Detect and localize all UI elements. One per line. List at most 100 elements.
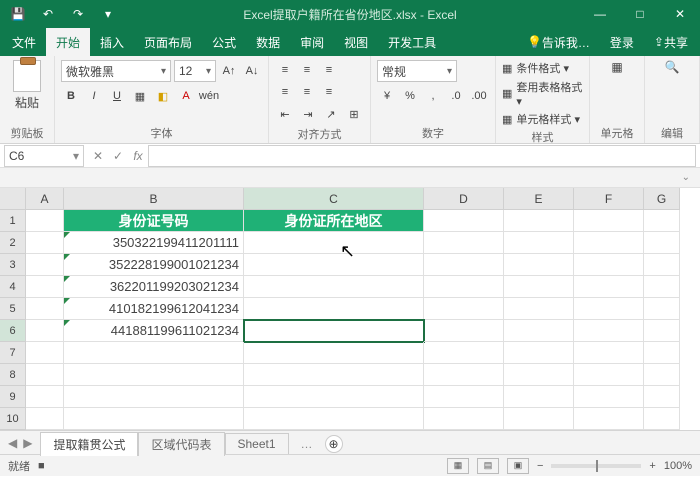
decrease-decimal-button[interactable]: .00: [469, 86, 489, 106]
decrease-font-button[interactable]: A↓: [242, 61, 262, 81]
row-header-3[interactable]: 3: [0, 254, 26, 276]
tab-file[interactable]: 文件: [2, 28, 46, 56]
tab-formula[interactable]: 公式: [202, 28, 246, 56]
conditional-format-button[interactable]: ▦ 条件格式 ▾: [502, 60, 583, 76]
sheet-tab-more[interactable]: …: [289, 434, 325, 454]
cell-f6[interactable]: [574, 320, 644, 342]
underline-button[interactable]: U: [107, 86, 127, 106]
row-header-8[interactable]: 8: [0, 364, 26, 386]
cell-b3[interactable]: 352228199001021234: [64, 254, 244, 276]
border-button[interactable]: ▦: [130, 86, 150, 106]
qat-more-button[interactable]: ▾: [96, 3, 120, 25]
align-right-button[interactable]: ≡: [319, 82, 339, 102]
cell-c3[interactable]: [244, 254, 424, 276]
paste-button[interactable]: 粘贴: [6, 60, 48, 111]
cell-d3[interactable]: [424, 254, 504, 276]
share-button[interactable]: ⇪ 共享: [644, 28, 698, 56]
font-color-button[interactable]: A: [176, 86, 196, 106]
align-center-button[interactable]: ≡: [297, 82, 317, 102]
cell-f3[interactable]: [574, 254, 644, 276]
cell-e4[interactable]: [504, 276, 574, 298]
add-sheet-button[interactable]: ⊕: [325, 435, 343, 453]
bold-button[interactable]: B: [61, 86, 81, 106]
cell-d9[interactable]: [424, 386, 504, 408]
cell-d1[interactable]: [424, 210, 504, 232]
cell-e5[interactable]: [504, 298, 574, 320]
cell-a4[interactable]: [26, 276, 64, 298]
cell-d5[interactable]: [424, 298, 504, 320]
cell-d10[interactable]: [424, 408, 504, 430]
row-header-4[interactable]: 4: [0, 276, 26, 298]
col-header-b[interactable]: B: [64, 188, 244, 210]
tab-developer[interactable]: 开发工具: [378, 28, 446, 56]
fill-color-button[interactable]: ◧: [153, 86, 173, 106]
table-format-button[interactable]: ▦ 套用表格格式 ▾: [502, 79, 583, 108]
row-header-2[interactable]: 2: [0, 232, 26, 254]
cell-a1[interactable]: [26, 210, 64, 232]
col-header-e[interactable]: E: [504, 188, 574, 210]
row-header-1[interactable]: 1: [0, 210, 26, 232]
zoom-level[interactable]: 100%: [664, 460, 692, 472]
cell-f1[interactable]: [574, 210, 644, 232]
cell-c5[interactable]: [244, 298, 424, 320]
cell-g2[interactable]: [644, 232, 680, 254]
cell-a6[interactable]: [26, 320, 64, 342]
cell-e1[interactable]: [504, 210, 574, 232]
comma-button[interactable]: ,: [423, 86, 443, 106]
cancel-formula-button[interactable]: ✕: [88, 146, 108, 166]
view-normal-button[interactable]: ▦: [447, 458, 469, 474]
cell-b7[interactable]: [64, 342, 244, 364]
phonetic-button[interactable]: wén: [199, 86, 219, 106]
tab-view[interactable]: 视图: [334, 28, 378, 56]
number-format-dropdown[interactable]: 常规: [377, 60, 457, 82]
zoom-in-button[interactable]: +: [649, 460, 655, 472]
cell-e9[interactable]: [504, 386, 574, 408]
tab-review[interactable]: 审阅: [290, 28, 334, 56]
row-header-5[interactable]: 5: [0, 298, 26, 320]
zoom-slider[interactable]: [551, 464, 641, 468]
cell-a3[interactable]: [26, 254, 64, 276]
align-bottom-button[interactable]: ≡: [319, 60, 339, 80]
redo-button[interactable]: ↷: [66, 3, 90, 25]
tab-layout[interactable]: 页面布局: [134, 28, 202, 56]
name-box[interactable]: C6: [4, 145, 84, 167]
cell-a8[interactable]: [26, 364, 64, 386]
cell-d2[interactable]: [424, 232, 504, 254]
cell-b10[interactable]: [64, 408, 244, 430]
font-size-dropdown[interactable]: 12: [174, 60, 216, 82]
align-top-button[interactable]: ≡: [275, 60, 295, 80]
cell-b5[interactable]: 410182199612041234: [64, 298, 244, 320]
merge-button[interactable]: ⊞: [344, 104, 364, 124]
align-middle-button[interactable]: ≡: [297, 60, 317, 80]
undo-button[interactable]: ↶: [36, 3, 60, 25]
col-header-g[interactable]: G: [644, 188, 680, 210]
italic-button[interactable]: I: [84, 86, 104, 106]
cell-b9[interactable]: [64, 386, 244, 408]
enter-formula-button[interactable]: ✓: [108, 146, 128, 166]
cell-c1[interactable]: 身份证所在地区: [244, 210, 424, 232]
align-left-button[interactable]: ≡: [275, 82, 295, 102]
sheet-tab-3[interactable]: Sheet1: [225, 433, 289, 454]
row-header-6[interactable]: 6: [0, 320, 26, 342]
zoom-out-button[interactable]: −: [537, 460, 543, 472]
find-button[interactable]: 🔍: [651, 60, 693, 74]
cell-g10[interactable]: [644, 408, 680, 430]
cell-d7[interactable]: [424, 342, 504, 364]
cell-b8[interactable]: [64, 364, 244, 386]
tab-insert[interactable]: 插入: [90, 28, 134, 56]
tab-home[interactable]: 开始: [46, 28, 90, 56]
save-button[interactable]: 💾: [6, 3, 30, 25]
row-header-9[interactable]: 9: [0, 386, 26, 408]
tab-data[interactable]: 数据: [246, 28, 290, 56]
cell-c7[interactable]: [244, 342, 424, 364]
col-header-f[interactable]: F: [574, 188, 644, 210]
cell-c9[interactable]: [244, 386, 424, 408]
close-button[interactable]: ✕: [660, 0, 700, 28]
orientation-button[interactable]: ↗: [321, 104, 341, 124]
tab-nav-next[interactable]: ▶: [23, 436, 32, 450]
minimize-button[interactable]: —: [580, 0, 620, 28]
cell-f8[interactable]: [574, 364, 644, 386]
col-header-c[interactable]: C: [244, 188, 424, 210]
cell-a10[interactable]: [26, 408, 64, 430]
cell-a7[interactable]: [26, 342, 64, 364]
